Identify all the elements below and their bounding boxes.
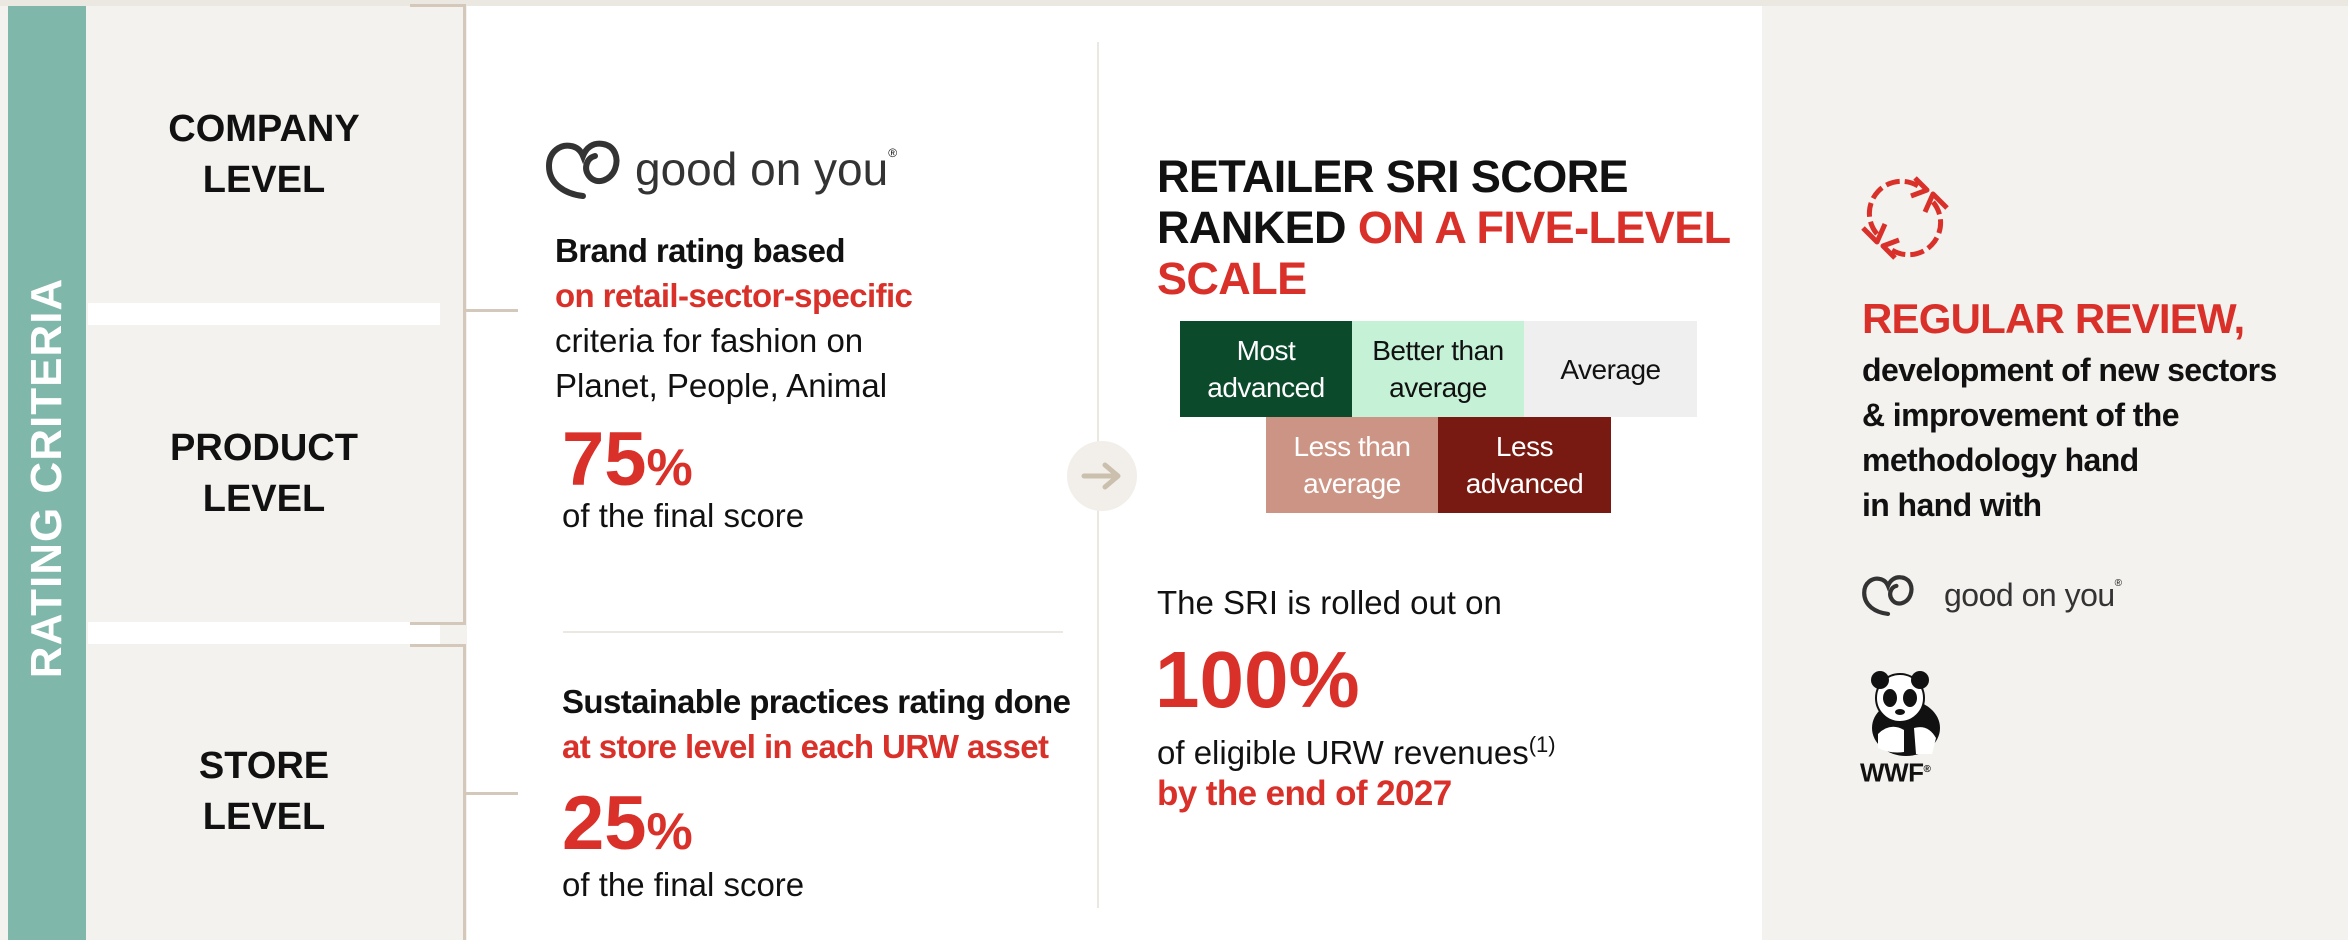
level-gap xyxy=(88,622,440,644)
rollout-intro: The SRI is rolled out on xyxy=(1157,584,1502,621)
brand-rating-line4: Planet, People, Animal xyxy=(555,367,888,404)
refresh-cycle-icon xyxy=(1861,176,1949,260)
scale-label: Most advanced xyxy=(1207,335,1325,403)
bracket-line xyxy=(410,644,466,647)
store-level-label: STORE LEVEL xyxy=(198,745,330,838)
wwf-panda-icon xyxy=(1871,671,1940,756)
partner-wwf-logo: WWF® xyxy=(1860,668,1946,788)
brand-rating-line3: criteria for fashion on xyxy=(555,322,864,359)
sri-title-line1: RETAILER SRI SCORE xyxy=(1157,151,1629,202)
level-gap xyxy=(88,303,440,325)
product-level-label: PRODUCT LEVEL xyxy=(170,426,358,520)
rating-criteria-label: RATING CRITERIA xyxy=(22,277,71,679)
scale-label: Less advanced xyxy=(1465,431,1584,499)
scale-most-advanced: Most advanced xyxy=(1180,321,1352,417)
bracket-line xyxy=(463,309,518,312)
partner-good-on-you-text: good on you xyxy=(1944,576,2115,613)
store-weight-value: 25% xyxy=(562,786,693,870)
flow-arrow xyxy=(1067,441,1137,511)
registered-mark: ® xyxy=(2114,577,2123,589)
sri-title-ranked: RANKED xyxy=(1157,202,1358,253)
store-weight-caption: of the final score xyxy=(562,866,805,903)
sri-title-scale-highlight: ON A FIVE-LEVEL xyxy=(1357,202,1731,253)
good-on-you-text: good on you xyxy=(635,143,889,195)
scale-average: Average xyxy=(1524,321,1697,417)
rollout-caption-text: of eligible URW revenues xyxy=(1157,734,1529,771)
good-on-you-heart-icon xyxy=(545,140,620,199)
store-level-box: STORE LEVEL xyxy=(88,644,440,940)
product-weight-sign: % xyxy=(646,439,693,497)
review-body: development of new sectors & improvement… xyxy=(1862,352,2277,523)
partner-good-on-you-logo: good on you ® xyxy=(1860,570,2122,620)
scale-label: Less than average xyxy=(1293,431,1411,499)
product-weight-caption: of the final score xyxy=(562,497,805,534)
store-rating-line1: Sustainable practices rating done xyxy=(562,683,1071,720)
scale-less-advanced: Less advanced xyxy=(1438,417,1611,513)
rollout-caption: of eligible URW revenues(1) xyxy=(1157,732,1556,772)
product-weight-number: 75 xyxy=(562,417,647,502)
company-level-label: COMPANY LEVEL xyxy=(168,107,360,201)
rollout-value: 100% xyxy=(1155,635,1360,724)
brand-rating-line1: Brand rating based xyxy=(555,232,846,269)
bracket-line xyxy=(410,622,466,625)
rollout-footnote: (1) xyxy=(1528,732,1556,757)
product-weight-value: 75% xyxy=(562,422,693,506)
block-divider xyxy=(563,631,1063,633)
registered-mark: ® xyxy=(888,146,898,160)
wwf-wordmark: WWF® xyxy=(1860,756,1931,788)
store-rating-line2: at store level in each URW asset xyxy=(562,728,1049,765)
sri-title-line2: RANKED ON A FIVE-LEVEL xyxy=(1157,203,1731,253)
product-level-box: PRODUCT LEVEL xyxy=(88,325,440,622)
arrow-right-icon xyxy=(1081,462,1121,490)
store-weight-sign: % xyxy=(646,803,693,861)
good-on-you-logo: good on you ® xyxy=(543,136,897,202)
store-weight-number: 25 xyxy=(562,781,647,866)
company-level-box: COMPANY LEVEL xyxy=(88,6,440,303)
bracket-line xyxy=(410,4,466,7)
bracket-line xyxy=(463,792,518,795)
good-on-you-heart-icon xyxy=(1862,575,1914,616)
scale-label: Average xyxy=(1560,353,1661,385)
scale-better-than-average: Better than average xyxy=(1352,321,1524,417)
scale-less-than-average: Less than average xyxy=(1266,417,1438,513)
rollout-deadline: by the end of 2027 xyxy=(1157,774,1452,813)
scale-label: Better than average xyxy=(1372,335,1504,403)
brand-rating-line2: on retail-sector-specific xyxy=(555,277,913,314)
review-title: REGULAR REVIEW, xyxy=(1862,295,2245,342)
sri-title-line3: SCALE xyxy=(1157,253,1307,304)
bracket-line xyxy=(463,4,466,625)
wwf-text: WWF xyxy=(1860,757,1924,788)
registered-mark: ® xyxy=(1923,764,1931,775)
